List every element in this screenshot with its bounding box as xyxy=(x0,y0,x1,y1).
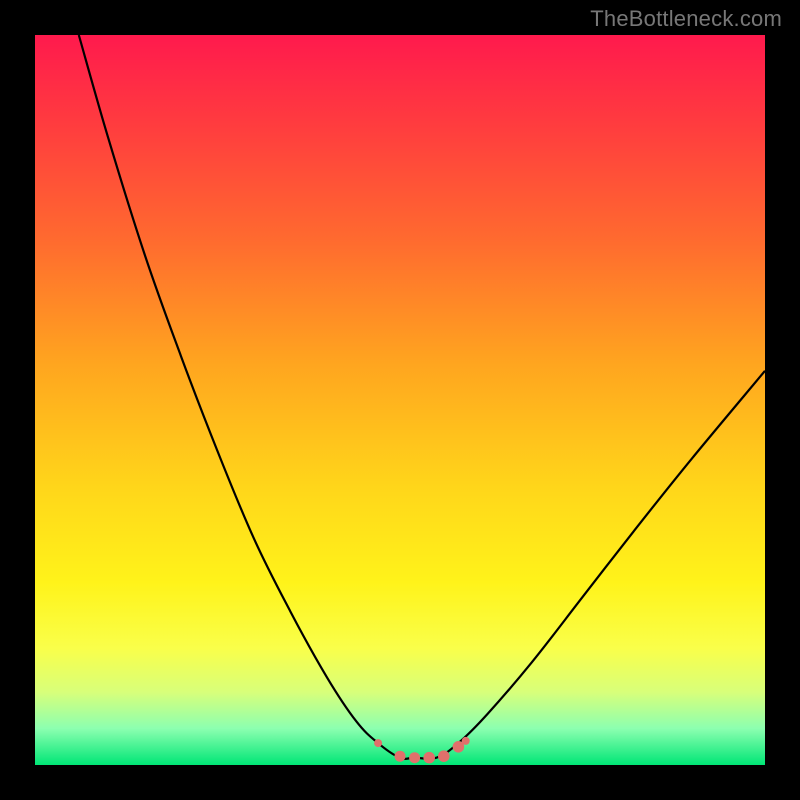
marker-dot xyxy=(423,752,435,764)
bottleneck-curve-path xyxy=(79,35,765,759)
plot-area xyxy=(35,35,765,765)
chart-frame: TheBottleneck.com xyxy=(0,0,800,800)
marker-dot xyxy=(374,739,382,747)
marker-dot xyxy=(395,751,406,762)
watermark-text: TheBottleneck.com xyxy=(590,6,782,32)
marker-dot xyxy=(462,737,470,745)
bottleneck-chart xyxy=(35,35,765,765)
marker-dot xyxy=(409,752,420,763)
marker-dot xyxy=(438,750,450,762)
